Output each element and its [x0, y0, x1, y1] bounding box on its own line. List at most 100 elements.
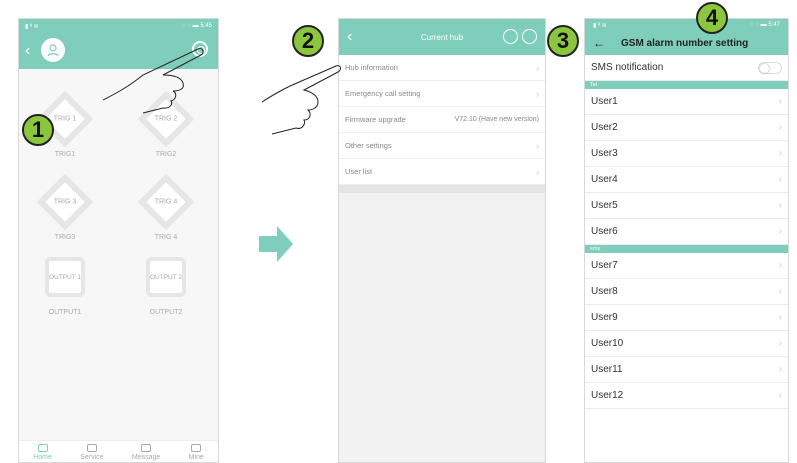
back-icon[interactable]: ‹ [25, 42, 30, 60]
tab-mine[interactable]: Mine [189, 444, 204, 461]
user-row[interactable]: User8 › [585, 279, 788, 305]
user-row[interactable]: User6 › [585, 219, 788, 245]
next-step-arrow-icon [259, 226, 293, 262]
status-signal: ▮ ᴵᴵ ≋ [25, 23, 39, 30]
tab-label: Home [33, 454, 52, 461]
user-icon [47, 44, 59, 57]
user-label: User7 [591, 260, 618, 271]
item-label: Emergency call setting [345, 89, 421, 98]
user-label: User1 [591, 96, 618, 107]
bottom-tab-bar: Home Service Message Mine [19, 440, 218, 462]
chevron-right-icon: › [536, 140, 539, 151]
hub-settings-list: Hub information › Emergency call setting › F… [339, 55, 545, 185]
section-header: Tel [585, 81, 788, 89]
chevron-right-icon: › [536, 88, 539, 99]
hub-setting-item[interactable]: Emergency call setting › [339, 81, 545, 107]
hub-setting-item[interactable]: Other settings › [339, 133, 545, 159]
pointing-hand-icon [103, 48, 204, 114]
step-marker-3: 3 [547, 25, 579, 57]
device-icon-label: OUTPUT 2 [149, 273, 183, 281]
chevron-right-icon: › [778, 286, 782, 297]
chevron-right-icon: › [778, 390, 782, 401]
output-device-icon: OUTPUT 2 [146, 257, 186, 297]
status-bar: ▮ ᴵᴵ ≋ ◌ ◌ ▬ 5:47 [585, 19, 788, 31]
user-row[interactable]: User4 › [585, 167, 788, 193]
status-bar: ▮ ᴵᴵ ≋ ◌ ◌ ▬ 5:45 [19, 19, 218, 33]
sms-notification-row: SMS notification [585, 55, 788, 81]
user-label: User12 [591, 390, 624, 401]
status-signal: ▮ ᴵᴵ ≋ [593, 22, 607, 29]
device-icon-label: OUTPUT 1 [48, 273, 82, 281]
device-name: TRIG3 [54, 234, 76, 241]
user-row[interactable]: User5 › [585, 193, 788, 219]
back-arrow-icon[interactable]: ← [593, 36, 605, 50]
user-row[interactable]: User2 › [585, 115, 788, 141]
chevron-right-icon: › [778, 312, 782, 323]
chevron-right-icon: › [778, 174, 782, 185]
device-tile[interactable]: TRIG 4 TRIG 4 [126, 173, 206, 241]
user-label: User3 [591, 148, 618, 159]
back-icon[interactable]: ‹ [347, 28, 352, 46]
tab-label: Service [80, 454, 104, 461]
sms-notification-label: SMS notification [591, 62, 664, 73]
user-row[interactable]: User12 › [585, 383, 788, 409]
user-row[interactable]: User1 › [585, 89, 788, 115]
section-header: sms [585, 245, 788, 253]
device-name: TRIG1 [54, 151, 76, 158]
user-label: User9 [591, 312, 618, 323]
tab-message[interactable]: Message [132, 444, 160, 461]
user-label: User4 [591, 174, 618, 185]
gsm-header: ← GSM alarm number setting [585, 31, 788, 55]
device-tile[interactable]: TRIG 3 TRIG3 [25, 173, 105, 241]
hub-setting-item[interactable]: Firmware upgrade V72.10 (Have new version… [339, 107, 545, 133]
output-device-icon: OUTPUT 1 [45, 257, 85, 297]
trigger-device-icon: TRIG 4 [137, 173, 195, 231]
status-time: ◌ ◌ ▬ 5:47 [750, 22, 780, 28]
user-row[interactable]: User10 › [585, 331, 788, 357]
device-icon-label: TRIG 3 [53, 198, 77, 206]
item-label: User list [345, 167, 373, 176]
user-row[interactable]: User9 › [585, 305, 788, 331]
page-title: Current hub [420, 32, 464, 42]
current-hub-screen: ‹ Current hub Hub information › Emergency … [338, 18, 546, 463]
chevron-right-icon: › [778, 96, 782, 107]
device-name: OUTPUT2 [149, 309, 183, 316]
user-row[interactable]: User11 › [585, 357, 788, 383]
tab-label: Mine [188, 454, 204, 461]
device-tile[interactable]: OUTPUT 1 OUTPUT1 [25, 257, 105, 316]
chevron-right-icon: › [778, 364, 782, 375]
hub-setting-item[interactable]: User list › [339, 159, 545, 185]
user-label: User2 [591, 122, 618, 133]
step-marker-1: 1 [22, 114, 54, 146]
chevron-right-icon: › [778, 260, 782, 271]
page-title: GSM alarm number setting [621, 37, 749, 49]
status-time: ◌ ◌ ▬ 5:45 [182, 23, 212, 29]
user-row[interactable]: User3 › [585, 141, 788, 167]
delete-icon[interactable] [522, 29, 537, 44]
user-label: User11 [591, 364, 623, 375]
hub-setting-item[interactable]: Hub information › [339, 55, 545, 81]
user-label: User5 [591, 200, 618, 211]
chevron-right-icon: › [778, 148, 782, 159]
user-row[interactable]: User7 › [585, 253, 788, 279]
device-icon-label: TRIG 1 [53, 115, 77, 123]
item-label: Hub information [345, 63, 398, 72]
chevron-right-icon: › [778, 122, 782, 133]
message-icon [141, 444, 152, 452]
sms-notification-toggle[interactable] [758, 61, 782, 74]
trigger-device-icon: TRIG 3 [36, 173, 94, 231]
device-tile[interactable]: OUTPUT 2 OUTPUT2 [126, 257, 206, 316]
edit-icon[interactable] [503, 29, 518, 44]
item-value: V72.10 (Have new version) [454, 116, 539, 123]
user-label: User10 [591, 338, 624, 349]
tab-service[interactable]: Service [80, 444, 104, 461]
tab-label: Message [131, 454, 161, 461]
device-icon-label: TRIG 2 [154, 115, 178, 123]
item-label: Other settings [345, 141, 392, 150]
avatar[interactable] [41, 38, 65, 62]
tab-home[interactable]: Home [33, 444, 52, 461]
chevron-right-icon: › [536, 166, 539, 177]
chevron-right-icon: › [778, 200, 782, 211]
device-icon-label: TRIG 4 [154, 198, 178, 206]
pointing-hand-icon [262, 65, 341, 135]
